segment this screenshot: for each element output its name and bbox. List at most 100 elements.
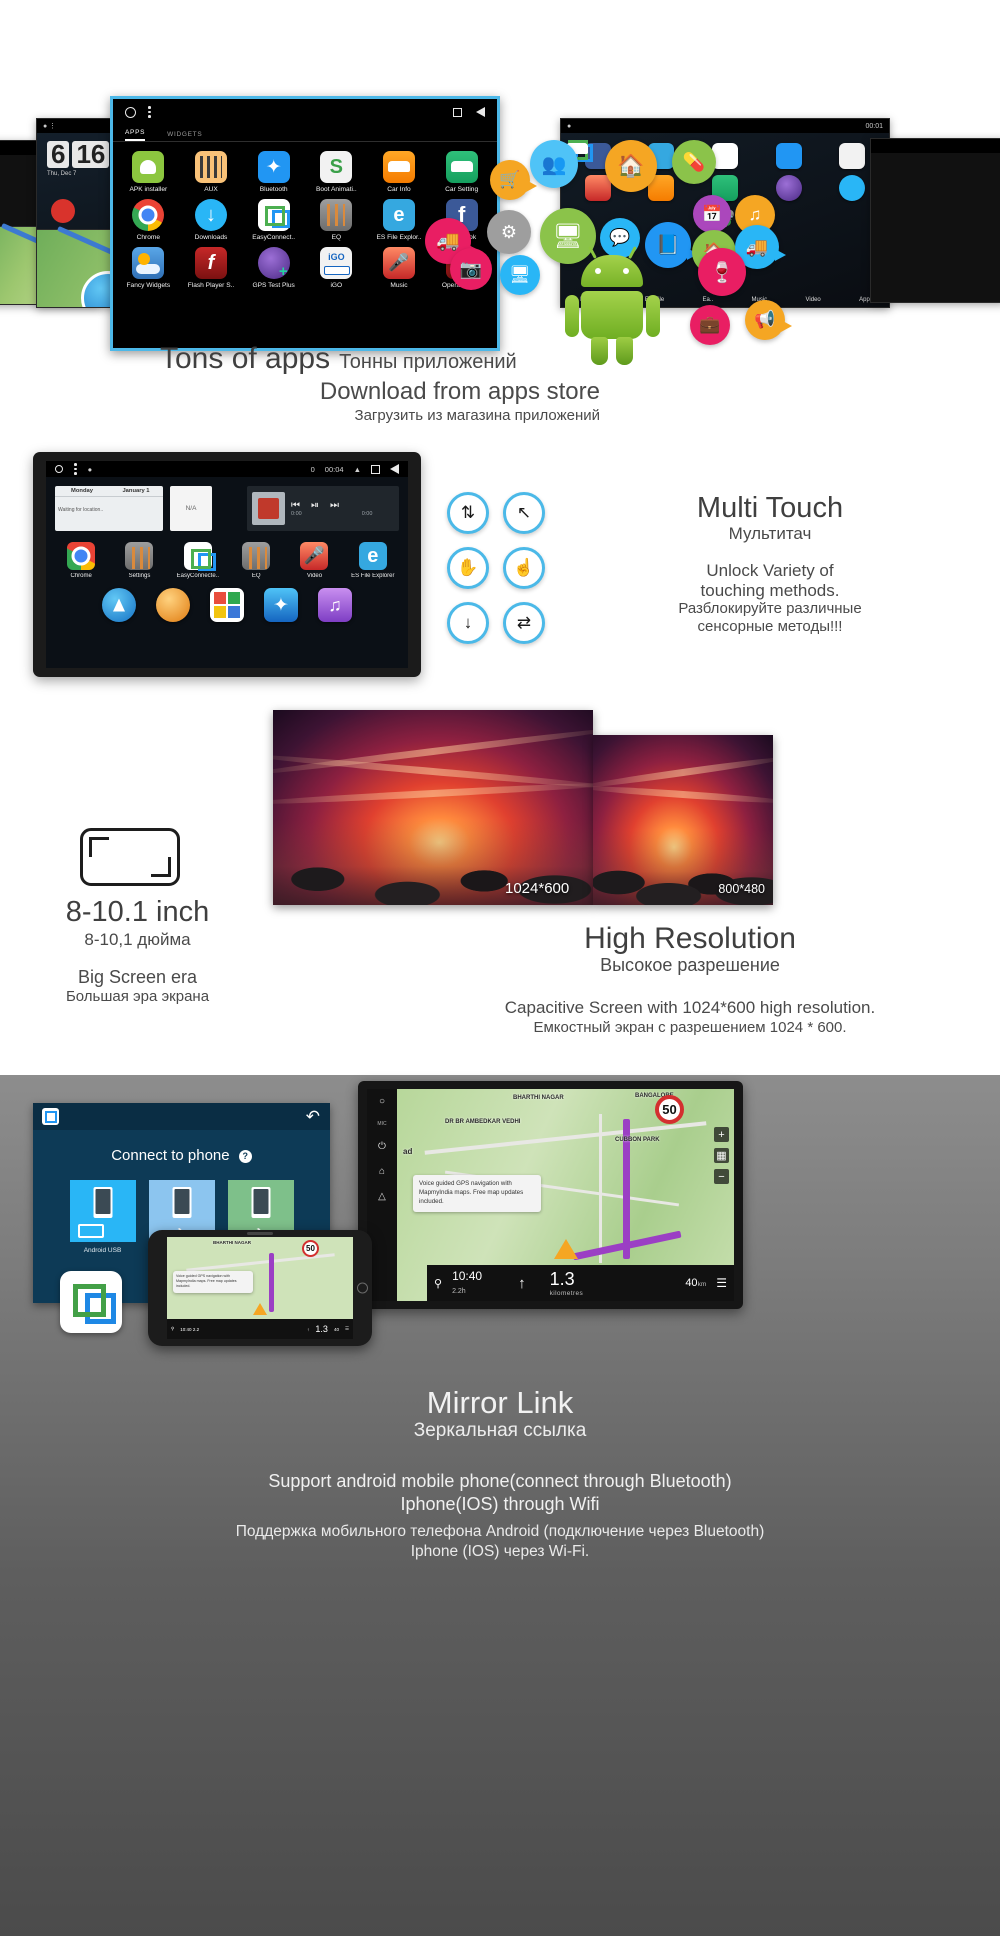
chrome-icon[interactable]: [67, 542, 96, 570]
es-file-explorer-icon[interactable]: [358, 542, 387, 570]
calendar-widget[interactable]: Monday January 1 Waiting for location..: [55, 486, 163, 531]
equalizer-icon[interactable]: [242, 542, 271, 570]
home-app-cell[interactable]: Settings: [110, 542, 168, 579]
phone-screen: BHARTHI NAGAR 50 Voice guided GPS naviga…: [167, 1237, 353, 1339]
help-icon[interactable]: ?: [238, 1150, 252, 1163]
player-duration: 0:00: [361, 511, 373, 517]
phone-home-button[interactable]: [357, 1282, 368, 1294]
app-cell[interactable]: GPS Test Plus: [242, 247, 305, 289]
app-cell[interactable]: Bluetooth: [242, 151, 305, 193]
back-triangle-icon[interactable]: [390, 464, 399, 474]
phone-icon: [172, 1187, 191, 1218]
chrome-icon[interactable]: [132, 199, 165, 231]
mic-icon[interactable]: ○: [379, 1096, 385, 1107]
app-cell[interactable]: Flash Player S..: [180, 247, 243, 289]
app-cell[interactable]: Fancy Widgets: [117, 247, 180, 289]
zoom-out-button[interactable]: −: [714, 1169, 729, 1184]
home-icon[interactable]: ⌂: [379, 1166, 385, 1177]
app-cell[interactable]: EQ: [305, 199, 368, 241]
easyconnect-icon[interactable]: [257, 199, 290, 231]
app-cell[interactable]: ES File Explor..: [368, 199, 431, 241]
map-canvas[interactable]: BHARTHI NAGAR BANGALORE DR BR AMBEDKAR V…: [397, 1089, 734, 1301]
tab-apps[interactable]: APPS: [125, 129, 146, 141]
undo-arrow-icon[interactable]: ↶: [306, 1107, 320, 1127]
map-zoom-controls[interactable]: + ▦ −: [714, 1127, 729, 1184]
home-app-label: Video: [306, 573, 323, 579]
equalizer-icon[interactable]: [320, 199, 353, 231]
app-cell[interactable]: Boot Animati..: [305, 151, 368, 193]
boot-animation-icon[interactable]: [320, 151, 353, 183]
flash-player-icon[interactable]: [194, 247, 227, 279]
prev-track-icon[interactable]: ⏮: [291, 500, 300, 511]
search-icon[interactable]: ⚲: [434, 1277, 442, 1290]
downloads-icon[interactable]: [194, 199, 227, 231]
app-cell[interactable]: APK installer: [117, 151, 180, 193]
usb-cable-icon: [77, 1224, 104, 1238]
bluetooth-icon[interactable]: [257, 151, 290, 183]
fan-status-bar-right: ● 00:01: [561, 119, 889, 133]
back-triangle-icon[interactable]: [476, 107, 485, 117]
aux-icon[interactable]: [194, 151, 227, 183]
weather-widget[interactable]: N/A: [170, 486, 212, 531]
easyconnect-icon[interactable]: [183, 542, 216, 571]
app-cell[interactable]: iGO: [305, 247, 368, 289]
settings-gear-icon[interactable]: [125, 542, 154, 570]
phone-search-icon[interactable]: ⚲: [171, 1326, 174, 1332]
launcher-tabs: APPS WIDGETS: [113, 125, 497, 142]
video-icon[interactable]: [300, 542, 329, 570]
mirror-desc-ru: Поддержка мобильного телефона Android (п…: [0, 1522, 1000, 1562]
browser-dock-icon[interactable]: [156, 588, 190, 622]
igo-navigation-icon[interactable]: [320, 247, 353, 279]
android-usb-card[interactable]: Android USB: [69, 1180, 136, 1254]
home-app-label: EQ: [251, 573, 261, 579]
music-icon[interactable]: [382, 247, 415, 279]
home-app-cell[interactable]: EasyConnecte..: [169, 542, 227, 579]
home-app-cell[interactable]: Video: [285, 542, 343, 579]
navigation-dock-icon[interactable]: [102, 588, 136, 622]
bluetooth-dock-icon[interactable]: [264, 588, 298, 622]
screen-size-icon: [80, 828, 180, 886]
status-right-group: 0 00:04 ▲: [311, 464, 399, 474]
home-app-cell[interactable]: EQ: [227, 542, 285, 579]
play-pause-icon[interactable]: ⏯: [311, 500, 319, 511]
home-app-cell[interactable]: ES File Explorer: [344, 542, 402, 579]
app-cell[interactable]: Chrome: [117, 199, 180, 241]
app-label: Car Info: [387, 186, 411, 193]
app-cell[interactable]: Music: [368, 247, 431, 289]
clock-date: Thu, Dec 7: [47, 171, 77, 178]
home-app-cell[interactable]: Chrome: [52, 542, 110, 579]
phone-menu-icon[interactable]: ☰: [345, 1326, 349, 1332]
phone-distance-value: 1.3: [315, 1324, 328, 1334]
menu-icon[interactable]: ☰: [716, 1276, 727, 1290]
music-player-widget[interactable]: ⏮ ⏯ ⏭ 0:00 0:00: [247, 486, 399, 531]
next-track-icon[interactable]: ⏭: [330, 500, 339, 511]
zoom-in-button[interactable]: +: [714, 1127, 729, 1142]
phone-duration: 2.2: [192, 1326, 200, 1332]
home-circle-icon[interactable]: [55, 465, 63, 473]
apps-grid-dock-icon[interactable]: [210, 588, 244, 622]
fancy-widgets-icon[interactable]: [132, 247, 165, 279]
recents-square-icon[interactable]: [371, 464, 380, 474]
recents-square-icon[interactable]: [453, 107, 462, 117]
car-setting-icon[interactable]: [445, 151, 478, 183]
player-controls[interactable]: ⏮ ⏯ ⏭: [291, 500, 394, 511]
nav-icon[interactable]: △: [378, 1191, 386, 1202]
map-layers-button[interactable]: ▦: [714, 1148, 729, 1163]
gps-test-plus-icon[interactable]: [257, 247, 290, 280]
player-controls-area: ⏮ ⏯ ⏭ 0:00 0:00: [291, 500, 394, 517]
overflow-menu-icon[interactable]: [74, 463, 77, 475]
overflow-menu-icon[interactable]: [148, 106, 151, 118]
home-circle-icon[interactable]: [125, 106, 136, 118]
app-cell[interactable]: Car Info: [368, 151, 431, 193]
gear-icon: ⚙: [500, 221, 518, 242]
es-file-explorer-icon[interactable]: [382, 199, 415, 231]
tab-widgets[interactable]: WIDGETS: [167, 131, 202, 141]
apk-installer-icon[interactable]: [132, 151, 165, 183]
app-cell[interactable]: Downloads: [180, 199, 243, 241]
app-cell[interactable]: Car Setting: [430, 151, 493, 193]
car-info-icon[interactable]: [382, 151, 415, 183]
app-cell[interactable]: EasyConnect..: [242, 199, 305, 241]
app-cell[interactable]: AUX: [180, 151, 243, 193]
power-icon[interactable]: ⏻: [378, 1141, 386, 1152]
music-dock-icon[interactable]: [318, 588, 352, 622]
